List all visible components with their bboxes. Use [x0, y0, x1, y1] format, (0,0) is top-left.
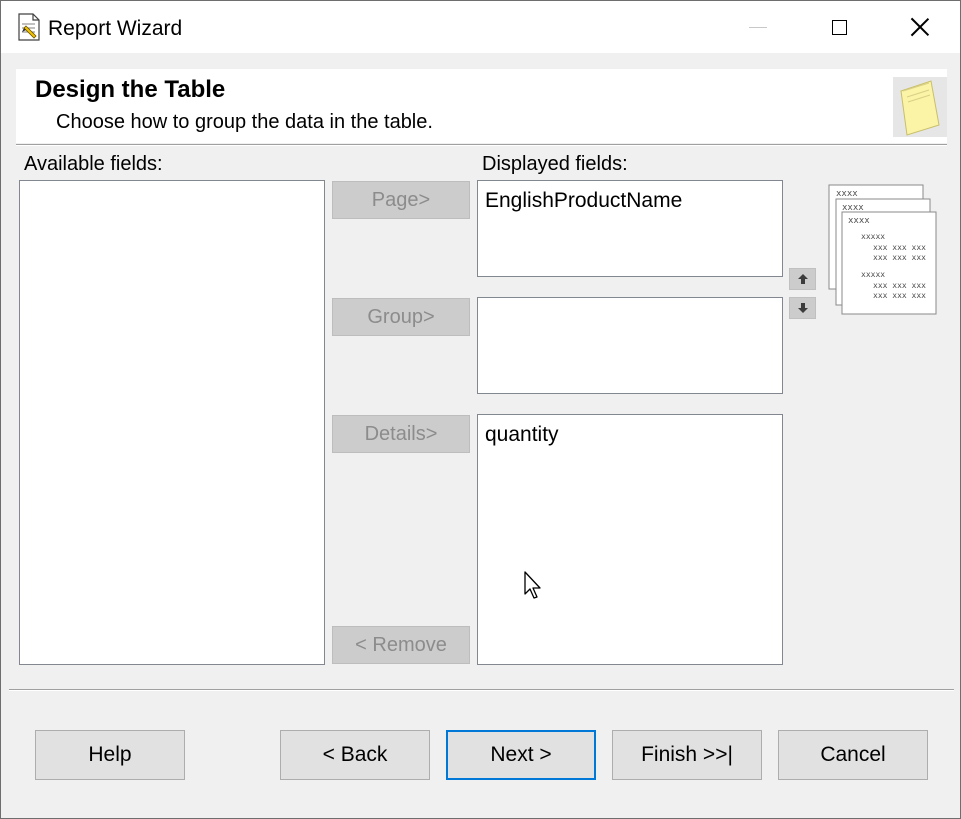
close-icon	[911, 18, 929, 36]
minimize-icon	[749, 26, 767, 28]
page-title: Design the Table	[35, 76, 226, 103]
preview-level3: xxxx	[848, 216, 870, 226]
page-subtitle: Choose how to group the data in the tabl…	[56, 111, 433, 133]
preview-group-b: xxxxx	[861, 270, 885, 279]
wizard-header: Design the Table Choose how to group the…	[16, 69, 947, 143]
preview-group-a: xxxxx	[861, 232, 885, 241]
title-bar[interactable]: Report Wizard	[1, 1, 960, 53]
move-down-button[interactable]	[789, 297, 816, 319]
header-separator-highlight	[16, 145, 947, 146]
arrow-up-icon	[797, 274, 808, 284]
list-item[interactable]: EnglishProductName	[485, 188, 682, 214]
preview-row: xxx xxx xxx	[873, 281, 926, 290]
preview-row: xxx xxx xxx	[873, 243, 926, 252]
available-fields-list[interactable]	[19, 180, 325, 665]
help-button[interactable]: Help	[35, 730, 185, 780]
wizard-header-icon	[893, 77, 947, 137]
finish-button[interactable]: Finish >>|	[612, 730, 762, 780]
table-layout-preview-icon: xxxx xxxx xxxx xxxxx xxx xxx xxx xxx xxx…	[828, 184, 937, 315]
preview-row: xxx xxx xxx	[873, 253, 926, 262]
remove-button[interactable]: < Remove	[332, 626, 470, 664]
group-fields-list[interactable]	[477, 297, 783, 394]
minimize-button[interactable]	[718, 1, 798, 53]
report-wizard-app-icon	[18, 13, 40, 41]
displayed-fields-label: Displayed fields:	[482, 153, 628, 175]
details-fields-list[interactable]: quantity	[477, 414, 783, 665]
available-fields-label: Available fields:	[24, 153, 163, 175]
page-button[interactable]: Page>	[332, 181, 470, 219]
list-item[interactable]: quantity	[485, 422, 559, 448]
move-up-button[interactable]	[789, 268, 816, 290]
group-button[interactable]: Group>	[332, 298, 470, 336]
back-button[interactable]: < Back	[280, 730, 430, 780]
cancel-button[interactable]: Cancel	[778, 730, 928, 780]
maximize-button[interactable]	[799, 1, 879, 53]
close-button[interactable]	[880, 1, 960, 53]
maximize-icon	[831, 19, 847, 35]
arrow-down-icon	[797, 303, 808, 313]
details-button[interactable]: Details>	[332, 415, 470, 453]
window-title: Report Wizard	[48, 17, 183, 40]
preview-row: xxx xxx xxx	[873, 291, 926, 300]
preview-level1: xxxx	[836, 189, 858, 199]
next-button[interactable]: Next >	[446, 730, 596, 780]
report-wizard-window: Report Wizard Design the Table Choose ho…	[0, 0, 961, 819]
page-fields-list[interactable]: EnglishProductName	[477, 180, 783, 277]
mouse-pointer-icon	[524, 571, 541, 599]
footer-separator-highlight	[9, 690, 954, 691]
